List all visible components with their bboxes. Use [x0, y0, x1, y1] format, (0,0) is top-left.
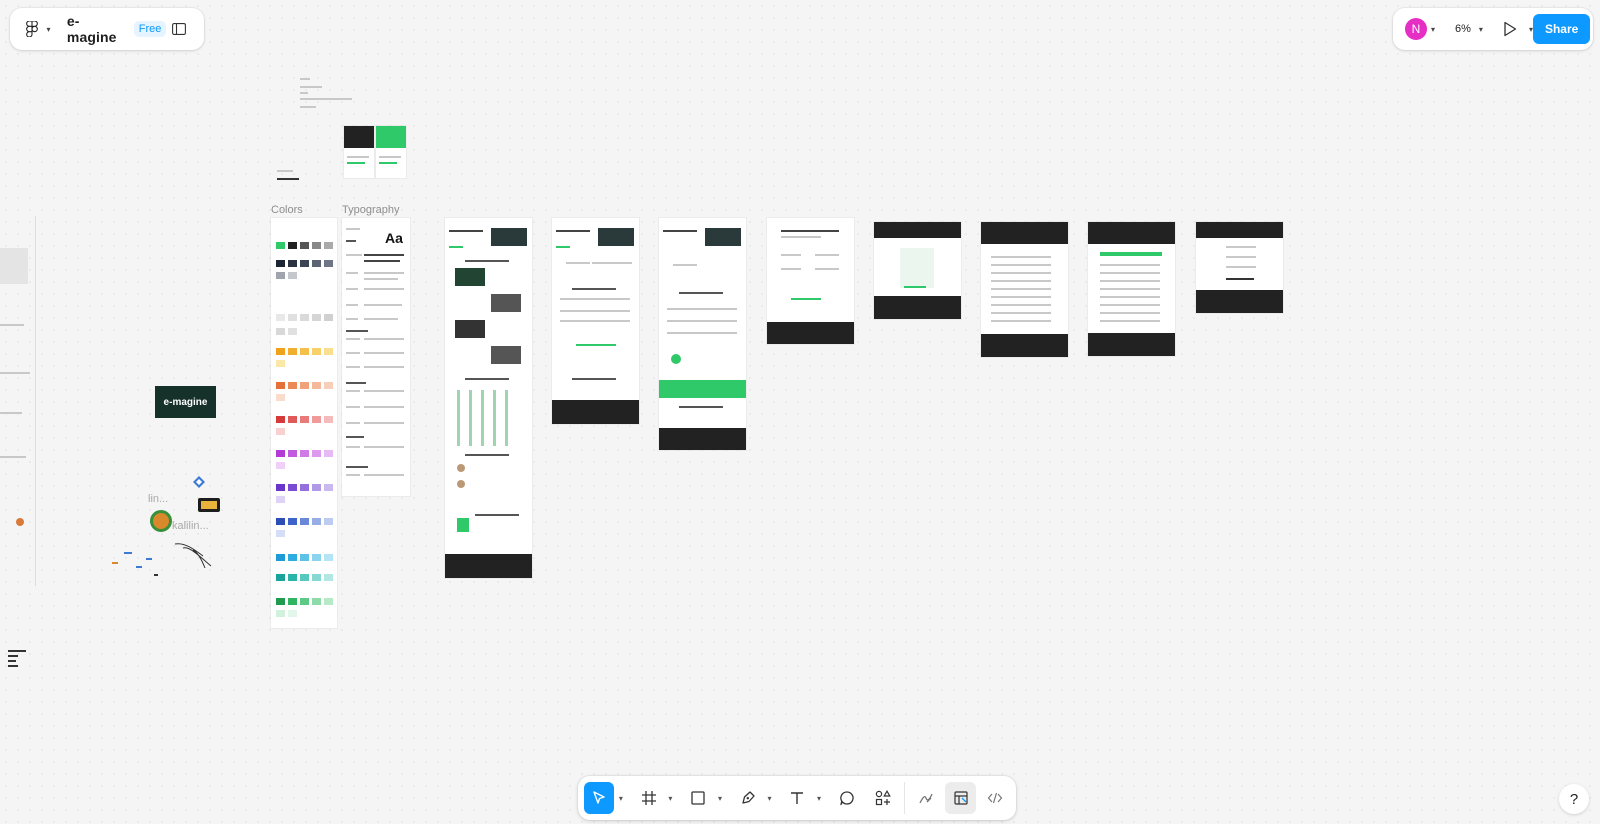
card-frame-dark[interactable] — [344, 126, 374, 178]
comment-bubble-icon — [840, 791, 854, 806]
collaborator-icon — [193, 475, 205, 488]
design-mode-button[interactable] — [945, 782, 976, 814]
present-button[interactable]: ▾ — [1503, 21, 1533, 37]
typography-frame[interactable]: Aa — [342, 218, 410, 496]
collab-panel: N ▾ 6% ▾ ▾ Share — [1393, 8, 1593, 50]
zoom-level: 6% — [1455, 23, 1471, 35]
help-button[interactable]: ? — [1559, 784, 1589, 814]
frame-tool-chevron[interactable]: ▾ — [664, 794, 677, 803]
code-brackets-icon — [987, 792, 1003, 804]
page-frame-2[interactable] — [552, 218, 639, 424]
frame-hash-icon — [641, 791, 656, 805]
page-frame-1[interactable] — [445, 218, 532, 578]
toggle-ui-button[interactable] — [166, 15, 192, 43]
file-title[interactable]: e-magine — [67, 13, 124, 45]
text-t-icon — [791, 792, 804, 804]
avatar: N — [1405, 18, 1427, 40]
shape-tool-chevron[interactable]: ▾ — [713, 794, 726, 803]
page-frame-7[interactable] — [1088, 222, 1175, 356]
actions-button[interactable] — [868, 782, 898, 814]
page-frame-8[interactable] — [1196, 222, 1283, 313]
chevron-down-icon: ▾ — [1431, 24, 1436, 34]
draw-mode-button[interactable] — [911, 782, 941, 814]
pen-tool-chevron[interactable]: ▾ — [763, 794, 776, 803]
chevron-down-icon: ▾ — [1478, 24, 1483, 34]
typography-section-label[interactable]: Typography — [342, 204, 399, 216]
draw-squiggle-icon — [919, 793, 933, 804]
shape-tool-button[interactable] — [683, 782, 713, 814]
design-layout-icon — [953, 791, 968, 805]
dragon-sketch[interactable] — [173, 540, 213, 570]
comment-tool-button[interactable] — [832, 782, 862, 814]
cursor-label-2: kalilin... — [172, 520, 209, 532]
main-menu-button[interactable]: ▾ — [22, 15, 55, 43]
chevron-down-icon: ▾ — [46, 24, 51, 34]
sticker-image[interactable] — [196, 492, 222, 516]
move-tool-chevron[interactable]: ▾ — [614, 794, 627, 803]
dev-mode-button[interactable] — [980, 782, 1010, 814]
plan-badge[interactable]: Free — [133, 21, 167, 37]
logo-text: e-magine — [163, 396, 208, 408]
notes-block[interactable] — [300, 78, 356, 114]
rectangle-icon — [691, 791, 705, 805]
cursor-arrow-icon — [593, 791, 605, 804]
share-button[interactable]: Share — [1532, 14, 1591, 44]
colors-frame[interactable] — [271, 218, 337, 628]
collaborator-avatar[interactable] — [150, 510, 172, 532]
zoom-menu[interactable]: 6% ▾ — [1455, 23, 1483, 35]
page-frame-3[interactable] — [659, 218, 746, 450]
play-icon — [1504, 21, 1517, 37]
file-menu-panel: ▾ e-magine Free — [10, 8, 204, 50]
sidebar-layout-icon — [172, 23, 187, 35]
multiplayer-avatar-menu[interactable]: N ▾ — [1401, 18, 1435, 40]
text-tool-button[interactable] — [782, 782, 812, 814]
shapes-plus-icon — [875, 790, 891, 806]
card-frame-green[interactable] — [376, 126, 406, 178]
figma-logo-icon — [26, 21, 39, 37]
cursor-label-1: lin... — [148, 493, 169, 505]
colors-section-label[interactable]: Colors — [271, 204, 303, 216]
frame-tool-button[interactable] — [634, 782, 664, 814]
offscreen-frame-left[interactable] — [0, 216, 36, 586]
page-frame-5[interactable] — [874, 222, 961, 319]
toolbar-divider — [904, 782, 906, 814]
tools-toolbar: ▾ ▾ ▾ ▾ ▾ — [578, 776, 1016, 820]
pen-tool-button[interactable] — [733, 782, 763, 814]
typography-sample: Aa — [385, 230, 403, 246]
move-tool-button[interactable] — [584, 782, 615, 814]
page-frame-6[interactable] — [981, 222, 1068, 357]
text-tool-chevron[interactable]: ▾ — [812, 794, 825, 803]
page-frame-4[interactable] — [767, 218, 854, 344]
pen-icon — [742, 791, 755, 804]
logo-frame[interactable]: e-magine — [155, 386, 216, 418]
scatter-icons — [110, 546, 162, 582]
